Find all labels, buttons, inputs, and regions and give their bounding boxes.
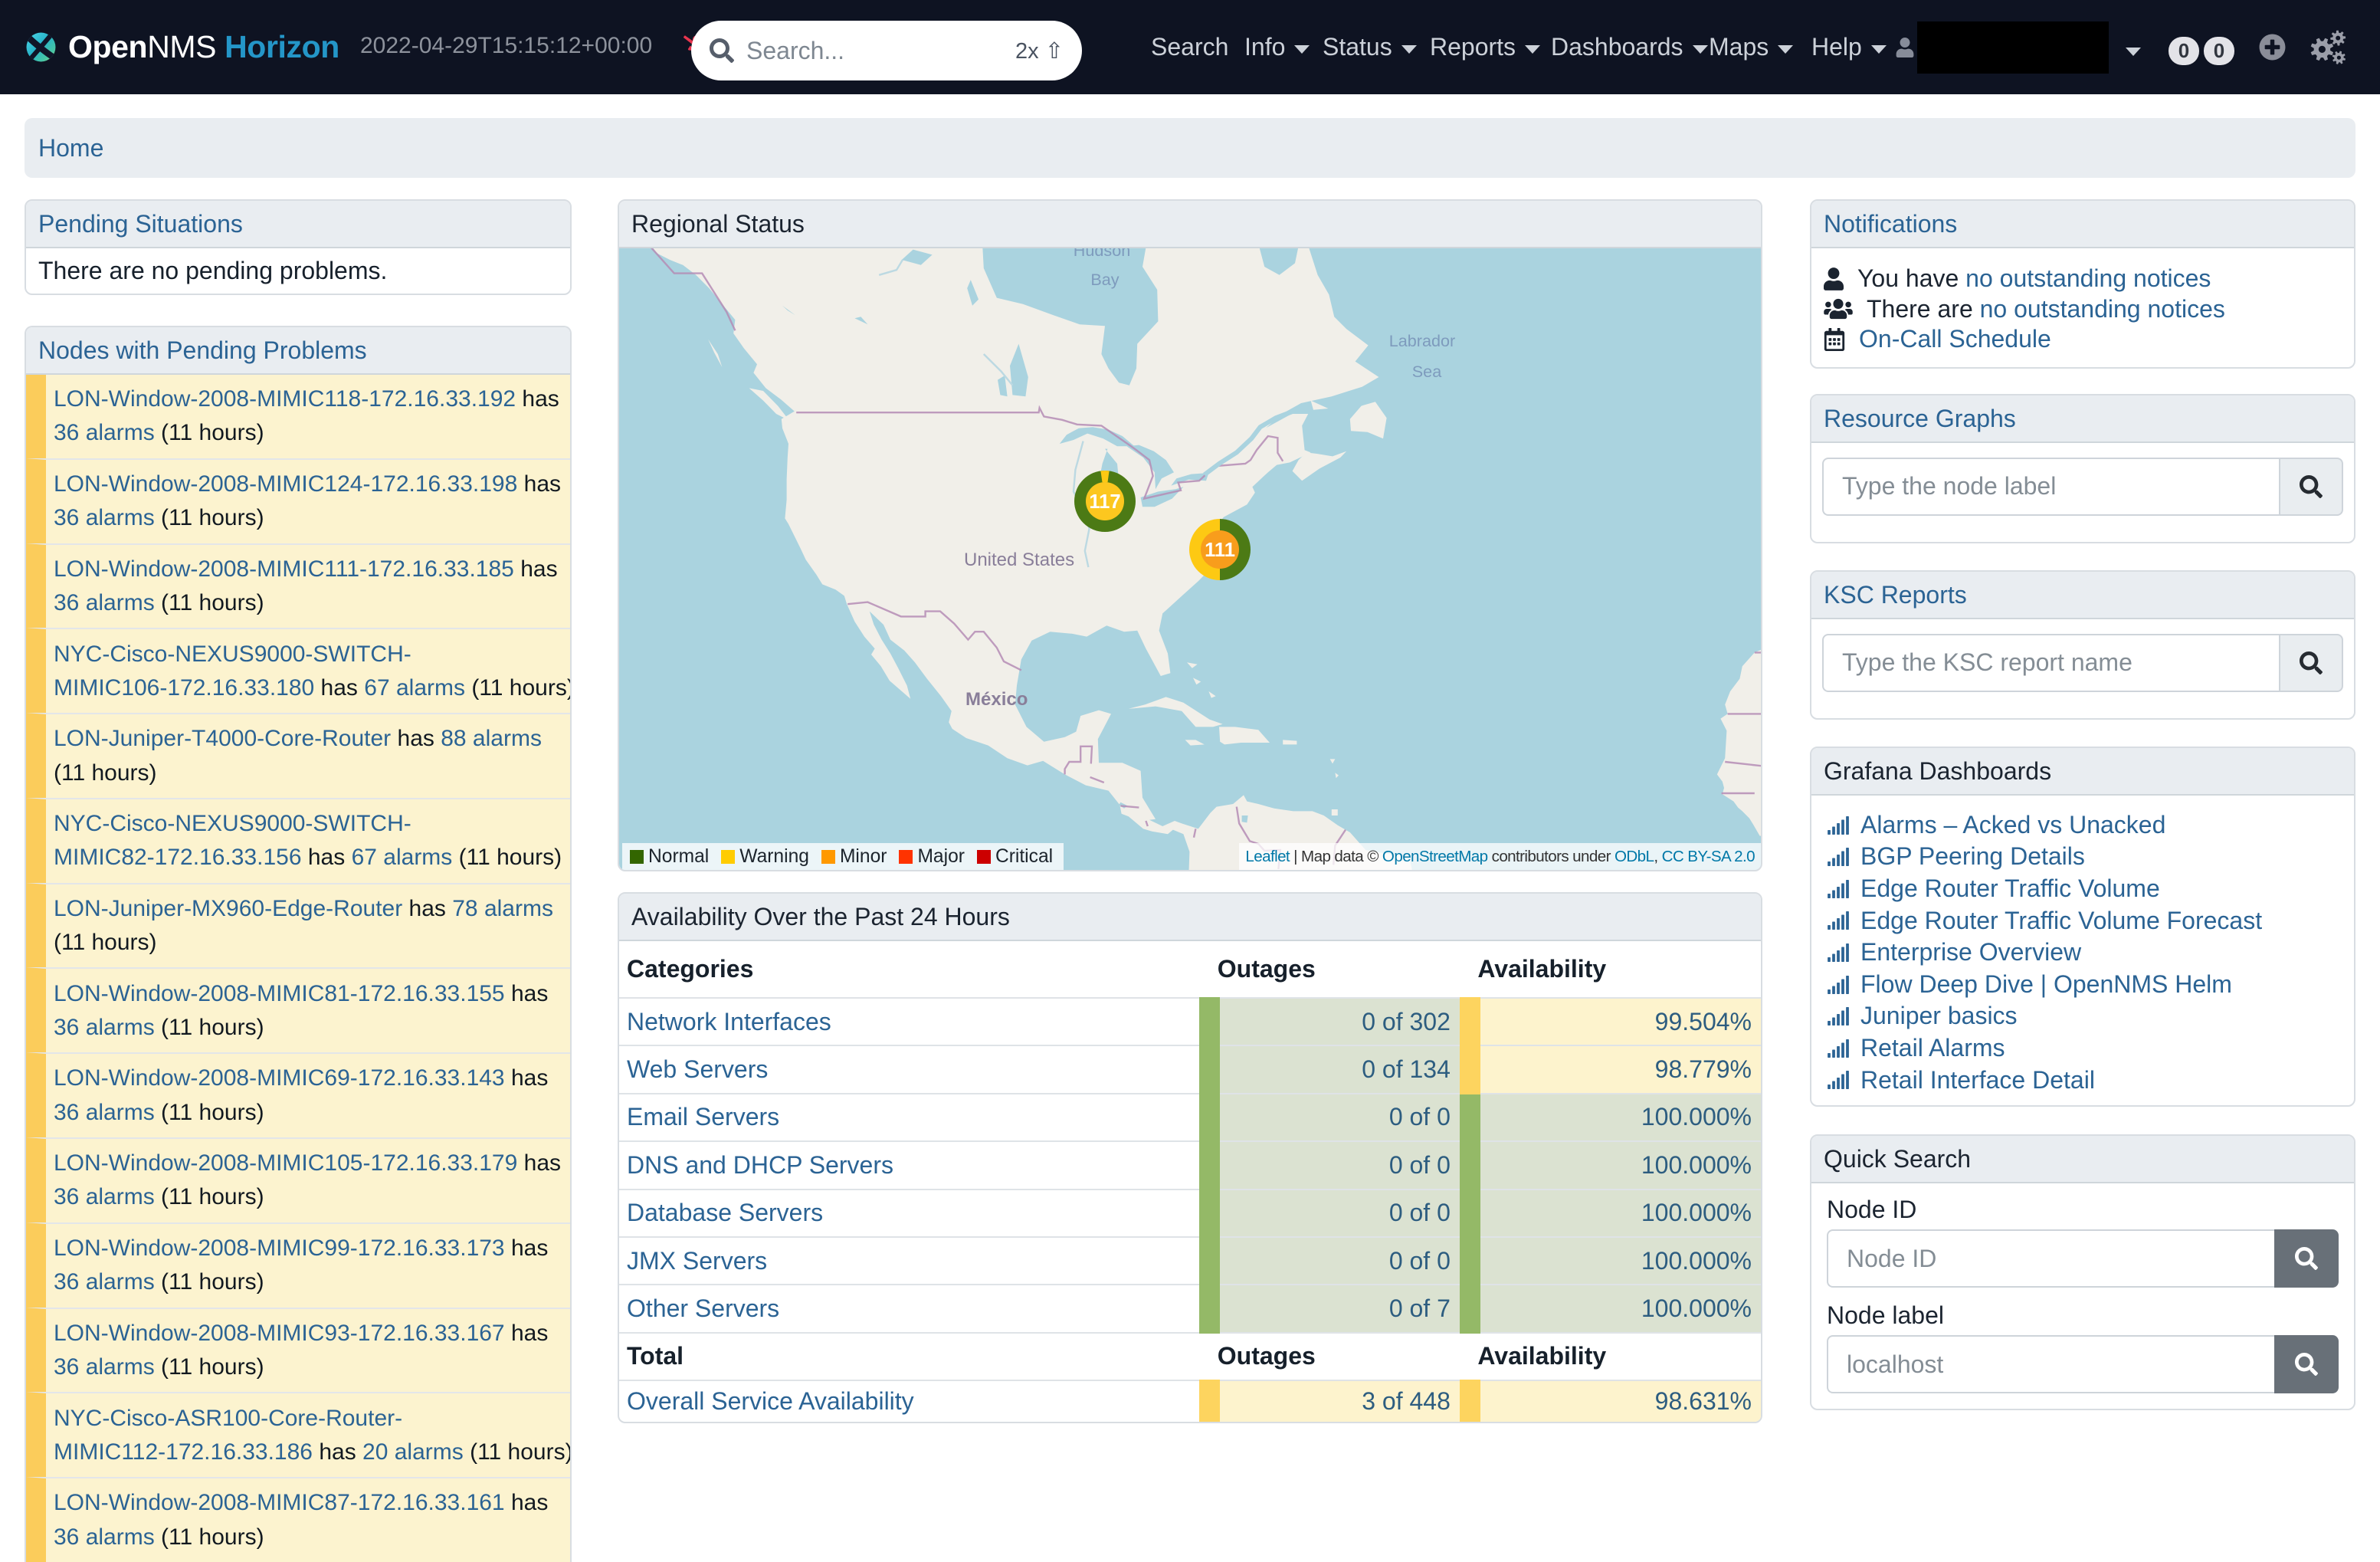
svg-text:United States: United States: [964, 550, 1074, 570]
svg-text:111: 111: [1205, 540, 1235, 561]
svg-text:México: México: [965, 689, 1028, 710]
svg-text:Hudson: Hudson: [1074, 248, 1130, 260]
svg-text:Sea: Sea: [1412, 362, 1442, 381]
svg-text:Labrador: Labrador: [1389, 331, 1455, 350]
svg-text:117: 117: [1089, 491, 1120, 513]
svg-text:Bay: Bay: [1090, 270, 1119, 289]
